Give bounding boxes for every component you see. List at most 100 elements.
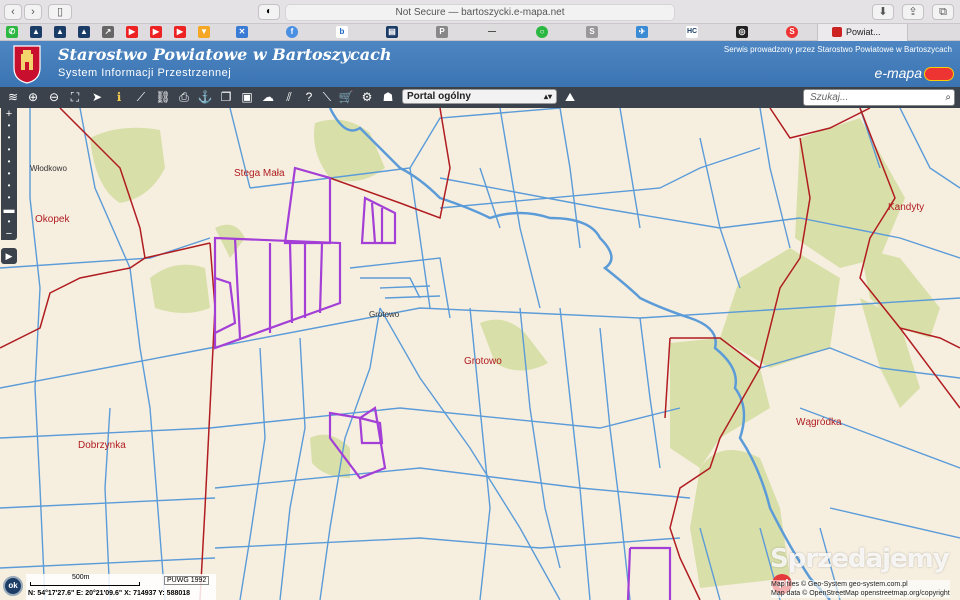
zoom-handle[interactable]: ▬	[1, 204, 17, 216]
browser-toolbar: ‹ › ▯ ◐ Not Secure — bartoszycki.e-mapa.…	[0, 0, 960, 24]
sidebar-icon[interactable]: ▯	[48, 4, 72, 20]
search-placeholder: Szukaj...	[810, 92, 849, 103]
download-icon[interactable]: ⬇	[872, 4, 894, 20]
bookmark-icon[interactable]: ▲	[78, 26, 90, 38]
attribution-line[interactable]: Map data © OpenStreetMap openstreetmap.o…	[771, 589, 950, 598]
place-label: Włodkowo	[30, 164, 67, 173]
arrow-bookmark-icon[interactable]: ↗	[102, 26, 114, 38]
help-icon[interactable]: ?	[300, 89, 318, 106]
tab-title: Powiat...	[846, 27, 881, 37]
bookmark-icon[interactable]: ○	[536, 26, 548, 38]
area-icon[interactable]: ☁	[259, 89, 277, 106]
bookmark-icon[interactable]: HC	[686, 26, 698, 38]
whatsapp-icon[interactable]: ✆	[6, 26, 18, 38]
map-drawing	[0, 108, 960, 600]
place-label: Okopek	[35, 214, 70, 225]
hatch-icon[interactable]: ⫽	[280, 89, 298, 106]
tabs-overview-icon[interactable]: ⧉	[932, 4, 954, 20]
facebook-icon[interactable]: f	[286, 26, 298, 38]
active-tab[interactable]: Powiat...	[817, 24, 908, 41]
bookmark-icon[interactable]: ✈	[636, 26, 648, 38]
share-icon[interactable]: ⇪	[902, 4, 924, 20]
map-toolbar: ≋ ⊕ ⊖ ⛶ ➤ ℹ ⟋ ⛓ ⎙ ⚓ ❐ ▣ ☁ ⫽ ? ⟍ 🛒 ⚙ ☗ Po…	[0, 87, 960, 108]
bookmark-icon[interactable]: P	[436, 26, 448, 38]
zoom-step[interactable]: •	[1, 120, 17, 132]
search-icon[interactable]: ⌕	[945, 90, 951, 105]
scale-label: 500m	[72, 574, 90, 581]
site-header: Starostwo Powiatowe w Bartoszycach Syste…	[0, 41, 960, 87]
coordinates-readout: N: 54°17'27.6" E: 20°21'09.6" X: 714937 …	[28, 590, 191, 597]
zoom-step[interactable]: •	[1, 216, 17, 228]
zoom-step[interactable]: •	[1, 192, 17, 204]
youtube-icon[interactable]: ▶	[126, 26, 138, 38]
zoom-step[interactable]: •	[1, 156, 17, 168]
zoom-step[interactable]: •	[1, 168, 17, 180]
place-label: Grotowo	[464, 356, 502, 367]
ok-button[interactable]: ok	[3, 576, 23, 596]
place-label: Stega Mała	[234, 168, 285, 179]
bookmark-icon[interactable]: S	[786, 26, 798, 38]
attribution-line[interactable]: Map tiles © Geo-System geo-system.com.pl	[771, 580, 950, 589]
page-subtitle: System Informacji Przestrzennej	[58, 67, 232, 79]
county-crest-icon	[13, 45, 41, 84]
forward-icon[interactable]: ›	[24, 4, 42, 20]
panel-expand-icon[interactable]: ▶	[1, 248, 17, 264]
zoom-step[interactable]: •	[1, 132, 17, 144]
place-label: Grotowo	[369, 310, 400, 319]
portal-select-value: Portal ogólny	[407, 91, 471, 102]
copy-icon[interactable]: ❐	[217, 89, 235, 106]
map-attribution: Map tiles © Geo-System geo-system.com.pl…	[771, 580, 950, 598]
zoom-step[interactable]: •	[1, 144, 17, 156]
zoom-step[interactable]: •	[1, 180, 17, 192]
portal-select[interactable]: Portal ogólny ▴▾	[402, 89, 557, 104]
instagram-icon[interactable]: ◎	[736, 26, 748, 38]
cart-icon[interactable]: 🛒	[337, 89, 355, 106]
map-canvas[interactable]: + • • • • • • • ▬ • − ▶ Włodkowo Okopek …	[0, 108, 960, 600]
split-view-icon[interactable]: ▣	[238, 89, 256, 106]
terrain-icon[interactable]: ⛰	[561, 89, 579, 106]
measure-distance-icon[interactable]: ⟋	[132, 89, 150, 106]
place-label: Kandyty	[888, 202, 925, 213]
measure-icon[interactable]: ⟍	[318, 89, 336, 106]
full-extent-icon[interactable]: ⛶	[66, 89, 84, 106]
print-icon[interactable]: ⎙	[175, 89, 193, 106]
privacy-shield-icon[interactable]: ◐	[258, 4, 280, 20]
link-icon[interactable]: ⛓	[154, 89, 172, 106]
scale-and-coordinates: 500m PUWG 1992 N: 54°17'27.6" E: 20°21'0…	[26, 574, 216, 600]
place-label: Dobrzynka	[78, 440, 126, 451]
address-bar[interactable]: Not Secure — bartoszycki.e-mapa.net	[285, 4, 675, 21]
bookmark-icon[interactable]: S	[586, 26, 598, 38]
bookmark-icon[interactable]: ▲	[30, 26, 42, 38]
emapa-logo-icon	[924, 67, 954, 81]
people-icon[interactable]: ☗	[379, 89, 397, 106]
youtube-icon[interactable]: ▶	[174, 26, 186, 38]
info-icon[interactable]: ℹ	[110, 89, 128, 106]
select-arrow-icon[interactable]: ➤	[88, 89, 106, 106]
zoom-out-icon[interactable]: ⊖	[45, 89, 63, 106]
emapa-brand[interactable]: e-mapa	[875, 65, 922, 81]
bookmark-icon[interactable]: b	[336, 26, 348, 38]
zoom-plus-icon[interactable]: +	[1, 108, 17, 120]
projection-label[interactable]: PUWG 1992	[164, 576, 210, 585]
zoom-minus-icon[interactable]: −	[1, 228, 17, 240]
page-title: Starostwo Powiatowe w Bartoszycach	[58, 45, 392, 64]
bookmark-icon[interactable]: ▼	[198, 26, 210, 38]
youtube-icon[interactable]: ▶	[150, 26, 162, 38]
layers-icon[interactable]: ≋	[4, 89, 22, 106]
bookmark-icon[interactable]: ✕	[236, 26, 248, 38]
settings-icon[interactable]: ⚙	[358, 89, 376, 106]
select-arrows-icon: ▴▾	[543, 92, 552, 101]
anchor-icon[interactable]: ⚓	[196, 89, 214, 106]
zoom-in-icon[interactable]: ⊕	[24, 89, 42, 106]
back-icon[interactable]: ‹	[4, 4, 22, 20]
favorites-bar: ✆ ▲ ▲ ▲ ↗ ▶ ▶ ▶ ▼ ✕ f b ▤ P — ○ S ✈ HC ◎…	[0, 24, 960, 41]
place-label: Wągródka	[796, 417, 842, 428]
search-input[interactable]: Szukaj... ⌕	[803, 89, 955, 106]
service-note: Serwis prowadzony przez Starostwo Powiat…	[723, 45, 952, 54]
bookmark-icon[interactable]: —	[486, 26, 498, 38]
scale-bar	[30, 582, 140, 586]
bookmark-icon[interactable]: ▤	[386, 26, 398, 38]
zoom-slider[interactable]: + • • • • • • • ▬ • −	[1, 108, 17, 240]
watermark-text: Sprzedajemy	[770, 544, 950, 574]
bookmark-icon[interactable]: ▲	[54, 26, 66, 38]
